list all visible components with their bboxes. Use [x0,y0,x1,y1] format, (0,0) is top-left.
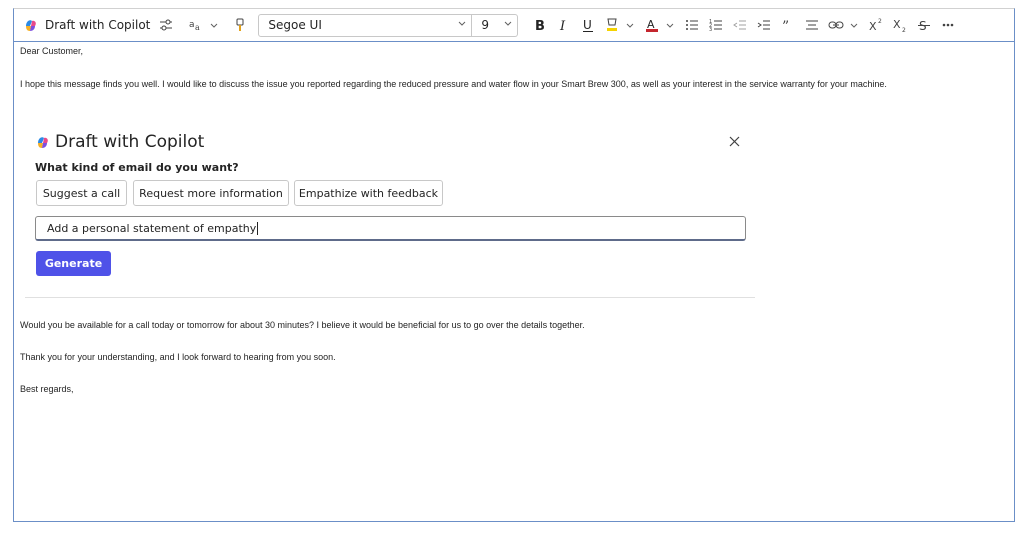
superscript-button[interactable]: X 2 [864,13,888,37]
bullet-list-button[interactable] [680,13,704,37]
chevron-down-icon [667,23,674,28]
copilot-panel-title: Draft with Copilot [55,132,205,152]
decrease-indent-button[interactable] [728,13,752,37]
bullet-list-icon [686,20,699,30]
svg-text:U: U [583,18,592,32]
font-color-dropdown[interactable] [664,13,676,37]
svg-text:X: X [893,18,901,31]
generate-button[interactable]: Generate [36,251,111,276]
strikethrough-button[interactable]: S [912,13,936,37]
link-dropdown[interactable] [848,13,860,37]
font-style-dropdown[interactable] [208,13,220,37]
italic-icon: I [559,19,566,33]
underline-icon: U [583,18,594,32]
svg-text:a: a [189,20,195,30]
font-style-button[interactable]: a a [184,13,208,37]
link-icon [828,21,844,29]
svg-text:2: 2 [902,27,906,33]
bold-button[interactable]: B [528,13,552,37]
svg-text:2: 2 [878,18,882,25]
font-color-button[interactable]: A [640,13,664,37]
svg-text:X: X [869,20,877,33]
align-button[interactable] [800,13,824,37]
svg-text:3: 3 [709,27,712,33]
strikethrough-icon: S [918,19,931,33]
text-style-icon: a a [189,20,200,32]
close-panel-button[interactable] [725,132,743,150]
svg-text:a: a [195,23,200,32]
adjust-settings-button[interactable] [154,13,178,37]
align-center-icon [806,20,819,30]
increase-indent-icon [758,20,771,30]
copilot-icon [38,137,48,148]
more-options-button[interactable] [936,13,960,37]
draft-with-copilot-button[interactable]: Draft with Copilot [14,13,154,37]
copilot-question: What kind of email do you want? [35,161,239,174]
subscript-icon: X 2 [893,18,906,33]
prompt-input-value: Add a personal statement of empathy [47,221,257,235]
numbered-list-button[interactable]: 1 2 3 [704,13,728,37]
underline-button[interactable]: U [576,13,600,37]
superscript-icon: X 2 [869,18,882,33]
svg-text:”: ” [782,19,789,33]
subscript-button[interactable]: X 2 [888,13,912,37]
formatting-toolbar: Draft with Copilot a a Segoe UI 9 B I U … [14,9,1014,42]
decrease-indent-icon [733,20,747,30]
font-size-select[interactable]: 9 [472,13,519,37]
italic-button[interactable]: I [552,13,576,37]
numbered-list-icon: 1 2 3 [709,19,723,33]
copilot-icon [26,20,36,31]
quote-button[interactable]: ” [776,13,800,37]
font-color-icon: A [646,18,659,32]
panel-divider [25,297,755,298]
email-paragraph-2: Would you be available for a call today … [20,320,585,330]
font-family-select[interactable]: Segoe UI [258,13,473,37]
highlight-button[interactable] [600,13,624,37]
increase-indent-button[interactable] [752,13,776,37]
highlight-color-dropdown[interactable] [624,13,636,37]
email-paragraph-1: I hope this message finds you well. I wo… [20,79,887,89]
email-paragraph-3: Thank you for your understanding, and I … [20,352,336,362]
close-icon [729,136,739,146]
chevron-down-icon [459,21,466,26]
format-painter-button[interactable] [228,13,252,37]
more-icon [943,23,954,27]
svg-text:B: B [535,19,545,33]
svg-text:I: I [559,19,566,33]
copilot-button-label: Draft with Copilot [45,18,151,32]
chevron-down-icon [505,21,512,26]
copilot-prompt-input[interactable]: Add a personal statement of empathy [35,216,746,241]
empathize-feedback-chip[interactable]: Empathize with feedback [294,180,443,206]
chevron-down-icon [851,23,858,28]
font-family-value: Segoe UI [268,18,322,32]
suggest-call-chip[interactable]: Suggest a call [36,180,127,206]
email-closing: Best regards, [20,384,74,394]
highlighter-icon [607,18,618,31]
quote-icon: ” [782,19,789,33]
chevron-down-icon [211,23,218,28]
insert-link-button[interactable] [824,13,848,37]
request-info-chip[interactable]: Request more information [133,180,289,206]
format-painter-icon [236,18,244,31]
email-greeting: Dear Customer, [20,46,84,56]
copilot-panel-header: Draft with Copilot [35,132,204,152]
text-cursor [257,221,259,235]
sliders-icon [160,19,173,31]
bold-icon: B [535,19,545,33]
copilot-draft-panel: Draft with Copilot What kind of email do… [25,118,755,298]
chevron-down-icon [627,23,634,28]
